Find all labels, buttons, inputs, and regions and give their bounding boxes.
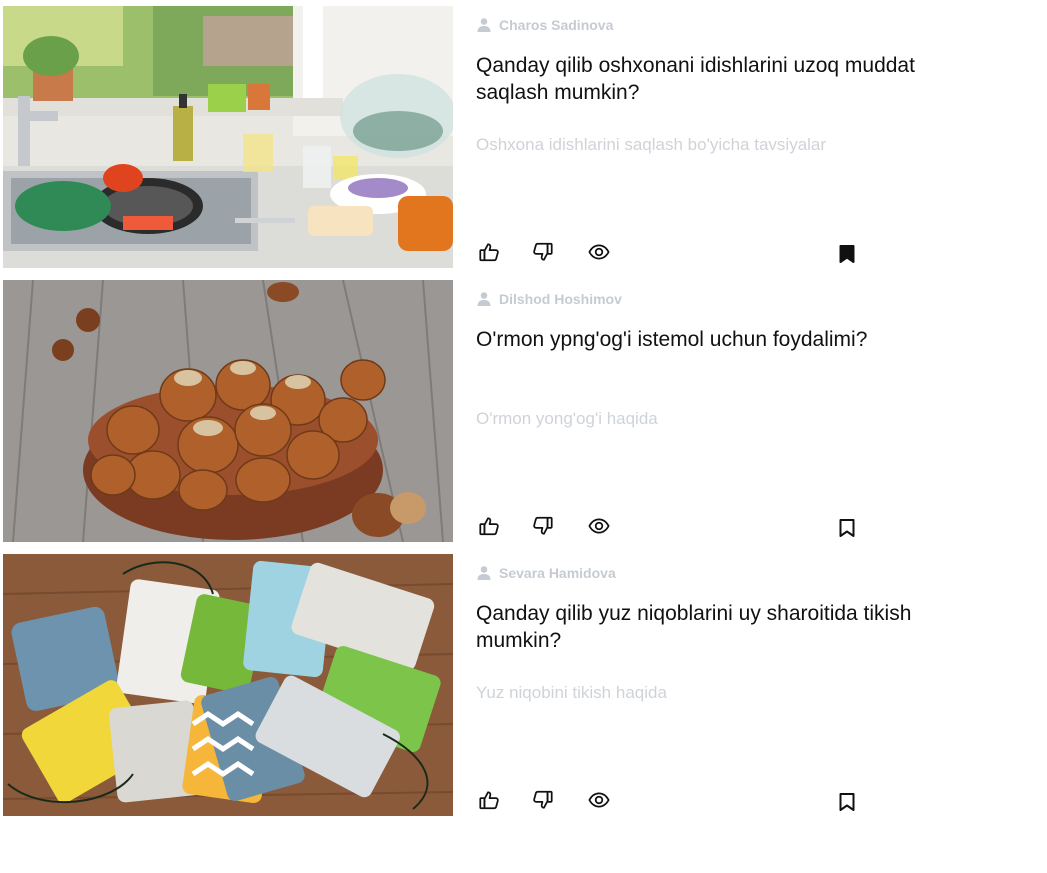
post-subtitle: Yuz niqobini tikish haqida	[476, 683, 667, 702]
like-button[interactable]	[476, 239, 502, 265]
post-card: Sevara Hamidova Qanday qilib yuz niqobla…	[3, 554, 911, 816]
eye-icon	[588, 792, 610, 808]
bookmark-icon	[839, 245, 855, 263]
post-author[interactable]: Charos Sadinova	[476, 17, 613, 33]
post-meta: Charos Sadinova Qanday qilib oshxonani i…	[476, 6, 916, 268]
views-button[interactable]	[586, 787, 612, 813]
bookmark-button[interactable]	[834, 789, 860, 815]
dislike-button[interactable]	[530, 513, 556, 539]
author-name: Dilshod Hoshimov	[499, 291, 622, 307]
thumbs-up-icon	[479, 791, 499, 810]
post-author[interactable]: Dilshod Hoshimov	[476, 291, 622, 307]
post-subtitle: Oshxona idishlarini saqlash bo'yicha tav…	[476, 135, 827, 154]
views-button[interactable]	[586, 513, 612, 539]
post-title[interactable]: Qanday qilib oshxonani idishlarini uzoq …	[476, 52, 916, 106]
post-title[interactable]: O'rmon ypng'og'i istemol uchun foydalimi…	[476, 326, 916, 353]
user-icon	[476, 565, 492, 581]
user-icon	[476, 291, 492, 307]
bookmark-icon	[839, 519, 855, 537]
like-button[interactable]	[476, 787, 502, 813]
dislike-button[interactable]	[530, 239, 556, 265]
thumbs-down-icon	[533, 242, 553, 261]
post-actions	[476, 239, 876, 267]
post-image[interactable]	[3, 280, 453, 542]
author-name: Charos Sadinova	[499, 17, 614, 33]
dislike-button[interactable]	[530, 787, 556, 813]
post-card: Charos Sadinova Qanday qilib oshxonani i…	[3, 6, 915, 268]
thumbs-up-icon	[479, 243, 499, 262]
post-meta: Dilshod Hoshimov O'rmon ypng'og'i istemo…	[476, 280, 916, 542]
user-icon	[476, 17, 492, 33]
bookmark-icon	[839, 793, 855, 811]
post-author[interactable]: Sevara Hamidova	[476, 565, 616, 581]
post-card: Dilshod Hoshimov O'rmon ypng'og'i istemo…	[3, 280, 903, 542]
author-name: Sevara Hamidova	[499, 565, 616, 581]
post-actions	[476, 513, 876, 541]
thumbs-up-icon	[479, 517, 499, 536]
thumbs-down-icon	[533, 790, 553, 809]
eye-icon	[588, 518, 610, 534]
post-actions	[476, 787, 876, 815]
thumbs-down-icon	[533, 516, 553, 535]
post-meta: Sevara Hamidova Qanday qilib yuz niqobla…	[476, 554, 916, 816]
eye-icon	[588, 244, 610, 260]
bookmark-button[interactable]	[834, 241, 860, 267]
post-feed: Charos Sadinova Qanday qilib oshxonani i…	[3, 6, 915, 828]
views-button[interactable]	[586, 239, 612, 265]
post-title[interactable]: Qanday qilib yuz niqoblarini uy sharoiti…	[476, 600, 916, 654]
bookmark-button[interactable]	[834, 515, 860, 541]
post-image[interactable]	[3, 6, 453, 268]
like-button[interactable]	[476, 513, 502, 539]
post-image[interactable]	[3, 554, 453, 816]
post-subtitle: O'rmon yong'og'i haqida	[476, 409, 658, 428]
